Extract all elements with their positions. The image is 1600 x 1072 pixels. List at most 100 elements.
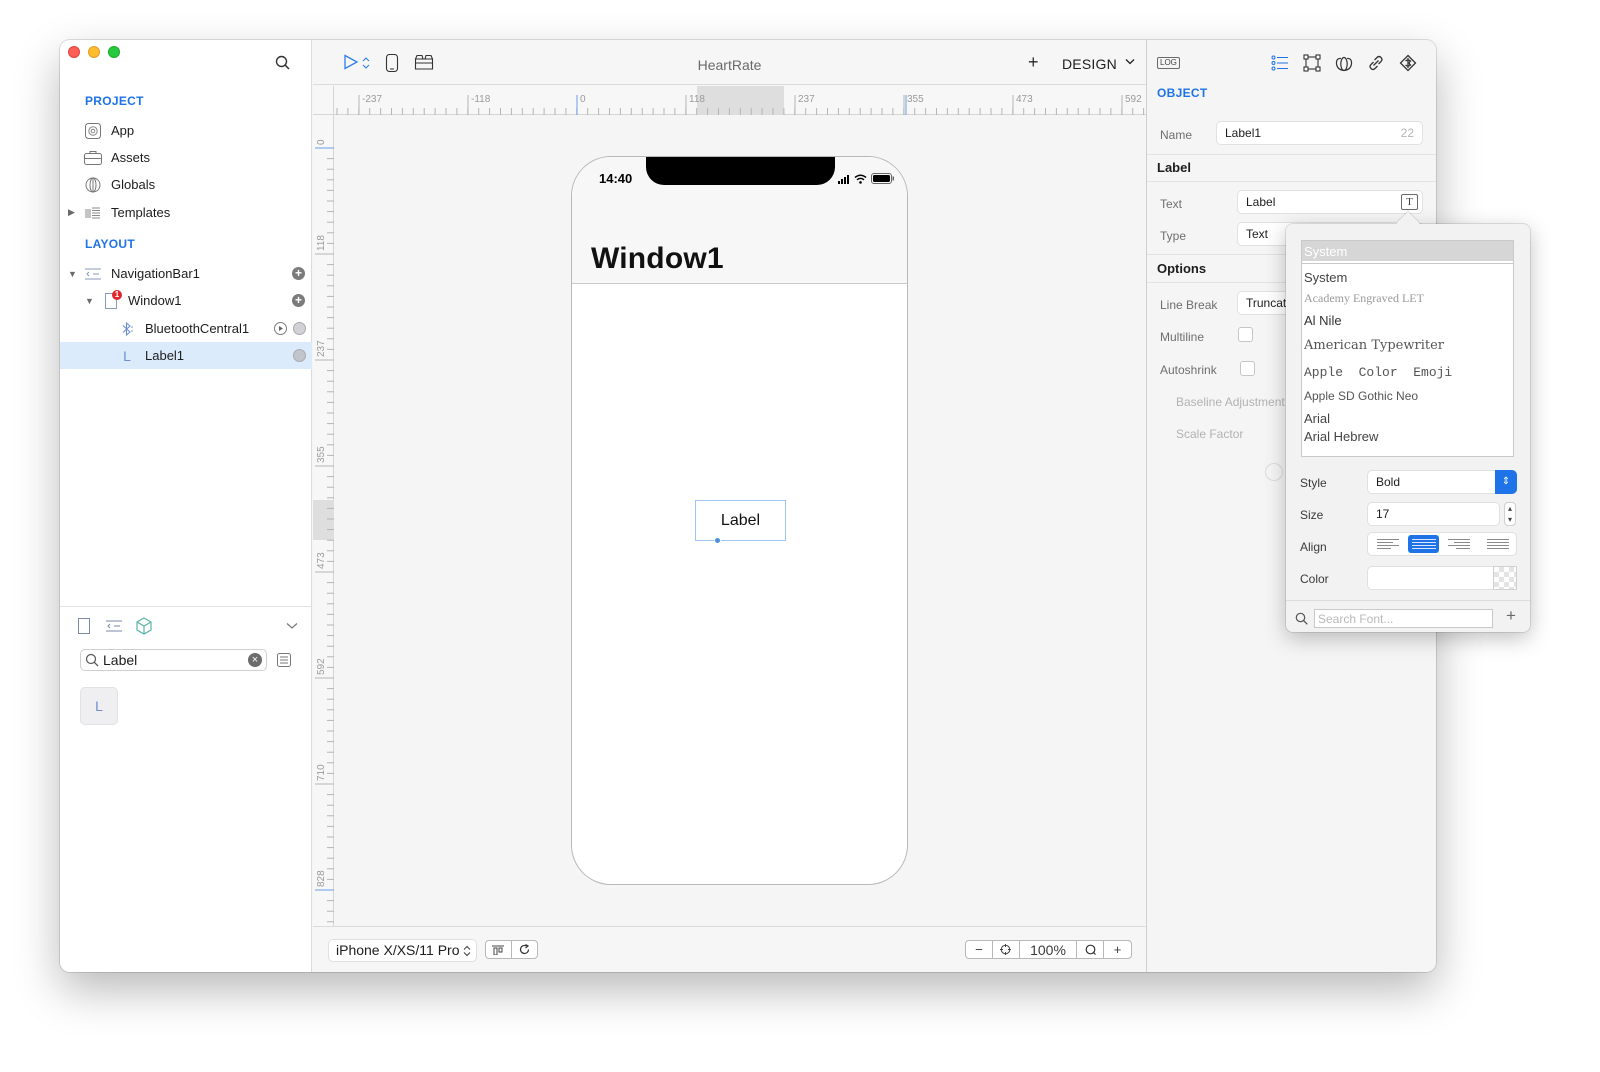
- label-widget[interactable]: Label: [695, 500, 786, 544]
- add-button[interactable]: +: [1028, 52, 1039, 73]
- phone-notch: [646, 157, 835, 185]
- log-button[interactable]: LOG: [1157, 57, 1180, 69]
- minimize-window-button[interactable]: [88, 46, 100, 58]
- style-select[interactable]: Bold ⇕: [1367, 470, 1517, 494]
- style-stepper-icon[interactable]: ⇕: [1495, 470, 1517, 494]
- color-field[interactable]: [1367, 566, 1517, 590]
- chevron-down-icon[interactable]: [1125, 54, 1135, 68]
- zoom-actual-icon[interactable]: [1077, 941, 1105, 958]
- bluetooth-icon: [118, 321, 136, 337]
- font-option[interactable]: Arial: [1304, 411, 1330, 426]
- autoshrink-checkbox[interactable]: [1240, 361, 1255, 376]
- text-field[interactable]: Label T: [1237, 190, 1423, 214]
- app-window: PROJECT App Assets Globals ▶ Templates L…: [60, 40, 1436, 972]
- style-tab-icon[interactable]: [1334, 54, 1354, 72]
- layout-item-label: BluetoothCentral1: [145, 321, 250, 336]
- scale-factor-slider[interactable]: [1265, 463, 1283, 481]
- window-tab-icon[interactable]: [74, 617, 94, 635]
- layout-item-bluetoothcentral1[interactable]: BluetoothCentral1: [60, 315, 312, 342]
- chevron-down-icon[interactable]: [286, 617, 298, 635]
- zoom-out-button[interactable]: −: [966, 941, 993, 958]
- ruler-label: 355: [316, 446, 327, 463]
- disclosure-down-icon[interactable]: ▼: [85, 296, 94, 306]
- library-item-label[interactable]: L: [80, 687, 118, 725]
- properties-tab-icon[interactable]: [1270, 54, 1290, 72]
- library-search-input[interactable]: [103, 652, 243, 668]
- divider: [1147, 154, 1436, 155]
- library-search-field[interactable]: ×: [80, 649, 267, 671]
- close-window-button[interactable]: [68, 46, 80, 58]
- clear-search-icon[interactable]: ×: [248, 653, 262, 667]
- font-list-selected[interactable]: System: [1302, 241, 1513, 263]
- color-swatch[interactable]: [1493, 566, 1517, 590]
- sidebar-item-globals[interactable]: Globals: [60, 171, 312, 198]
- cube-tab-icon[interactable]: [134, 617, 154, 635]
- add-child-button[interactable]: +: [292, 267, 305, 280]
- frame-tab-icon[interactable]: [1302, 54, 1322, 72]
- color-label: Color: [1300, 572, 1329, 586]
- list-view-icon[interactable]: [276, 653, 292, 667]
- status-circle-icon[interactable]: [293, 349, 306, 362]
- templates-icon: [84, 205, 102, 221]
- mode-selector[interactable]: DESIGN: [1062, 56, 1117, 72]
- events-tab-icon[interactable]: [1398, 54, 1418, 72]
- font-option[interactable]: Apple Color Emoji: [1304, 365, 1452, 380]
- zoom-level[interactable]: 100%: [1020, 941, 1078, 958]
- disclosure-right-icon[interactable]: ▶: [68, 207, 75, 218]
- size-field[interactable]: 17: [1367, 502, 1500, 526]
- window-title[interactable]: Window1: [591, 242, 724, 276]
- font-picker-button[interactable]: T: [1401, 194, 1418, 210]
- status-circle-icon[interactable]: [293, 322, 306, 335]
- run-target-stepper-icon[interactable]: [362, 56, 370, 70]
- multiline-checkbox[interactable]: [1238, 327, 1253, 342]
- rotate-icon[interactable]: [512, 941, 537, 958]
- font-search-field[interactable]: [1314, 609, 1493, 628]
- font-option[interactable]: System: [1304, 270, 1347, 285]
- zoom-fit-icon[interactable]: [993, 941, 1020, 958]
- navigation-bar[interactable]: 14:40 Window1: [572, 157, 907, 284]
- font-list[interactable]: System System Academy Engraved LET Al Ni…: [1301, 240, 1514, 457]
- sidebar-item-templates[interactable]: ▶ Templates: [60, 199, 312, 226]
- align-left-icon[interactable]: [1371, 535, 1402, 553]
- device-icon[interactable]: [385, 54, 399, 72]
- font-search-input[interactable]: [1315, 610, 1492, 628]
- navigation-tab-icon[interactable]: [104, 617, 124, 635]
- align-justify-icon[interactable]: [1482, 535, 1513, 553]
- layout-guides-icon[interactable]: [486, 941, 512, 958]
- font-option[interactable]: Academy Engraved LET: [1304, 291, 1424, 306]
- add-child-button[interactable]: +: [292, 294, 305, 307]
- disclosure-down-icon[interactable]: ▼: [68, 269, 77, 279]
- text-label: Text: [1160, 197, 1183, 211]
- layout-item-window1[interactable]: ▼ 1 Window1 +: [60, 287, 312, 314]
- play-icon[interactable]: [274, 322, 287, 335]
- size-stepper[interactable]: ▴ ▾: [1504, 502, 1516, 526]
- font-option[interactable]: Apple SD Gothic Neo: [1304, 389, 1418, 403]
- zoom-in-button[interactable]: +: [1104, 941, 1131, 958]
- add-font-button[interactable]: +: [1506, 606, 1516, 626]
- object-section-title: OBJECT: [1157, 86, 1208, 100]
- name-field[interactable]: Label1 22: [1216, 121, 1423, 145]
- align-segmented-control: [1367, 532, 1517, 556]
- sidebar-item-assets[interactable]: Assets: [60, 144, 312, 171]
- phone-preview: 14:40 Window1 Label: [571, 156, 908, 885]
- sidebar-item-app[interactable]: App: [60, 117, 312, 144]
- font-option[interactable]: Arial Hebrew: [1304, 429, 1378, 444]
- device-selector[interactable]: iPhone X/XS/11 Pro: [328, 939, 477, 962]
- stepper-icon: [463, 945, 471, 957]
- vertical-ruler: 0 118 237 355 473 592 710 828: [313, 115, 334, 926]
- project-sidebar: PROJECT App Assets Globals ▶ Templates L…: [60, 40, 312, 972]
- layout-item-label1[interactable]: L Label1: [60, 342, 312, 369]
- resize-handle[interactable]: [714, 537, 721, 544]
- layout-item-navigationbar1[interactable]: ▼ NavigationBar1 +: [60, 260, 312, 287]
- search-icon[interactable]: [274, 54, 292, 72]
- align-center-icon[interactable]: [1408, 535, 1439, 553]
- ruler-label: 592: [1125, 94, 1142, 105]
- font-option[interactable]: Al Nile: [1304, 313, 1342, 328]
- ruler-label: 237: [798, 94, 815, 105]
- run-icon[interactable]: [343, 54, 359, 70]
- font-option[interactable]: American Typewriter: [1304, 338, 1444, 353]
- maximize-window-button[interactable]: [108, 46, 120, 58]
- link-tab-icon[interactable]: [1366, 54, 1386, 72]
- toolbox-icon[interactable]: [414, 54, 434, 70]
- align-right-icon[interactable]: [1445, 535, 1476, 553]
